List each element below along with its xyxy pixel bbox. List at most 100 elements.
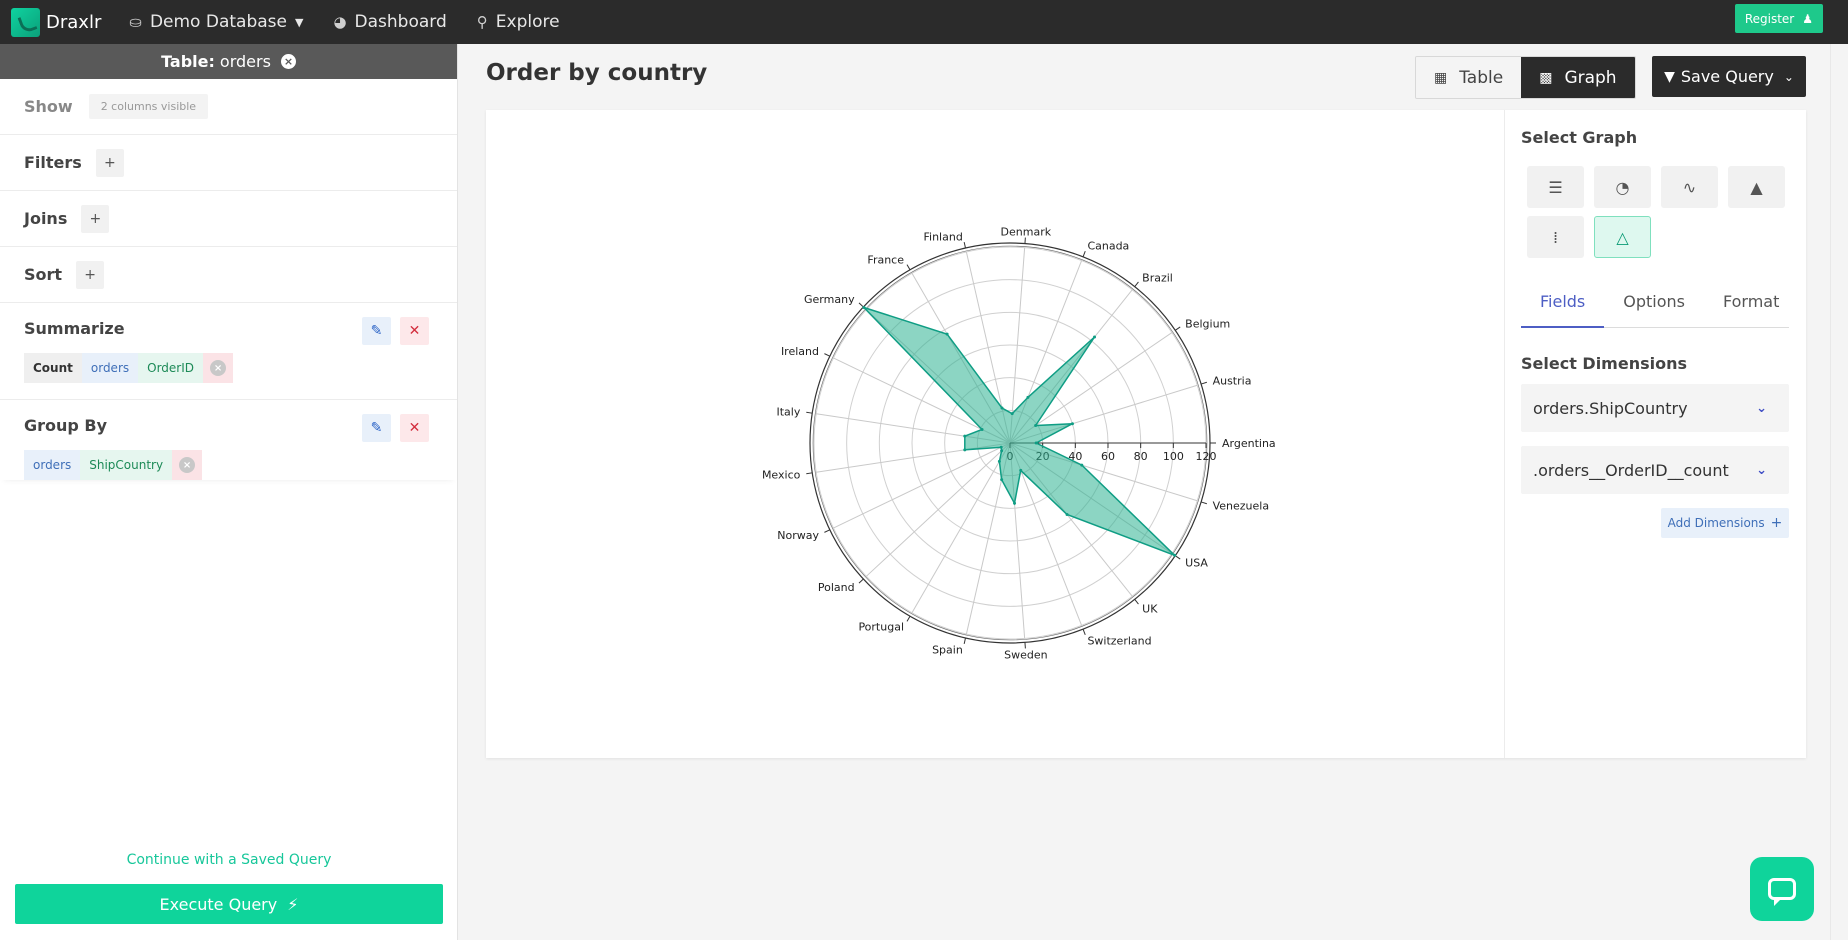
search-icon: ⚲: [476, 13, 488, 31]
chat-icon: [1768, 878, 1796, 906]
remove-group-by-chip[interactable]: ×: [172, 450, 203, 480]
spoke-tick: [906, 615, 911, 622]
add-sort-button[interactable]: +: [76, 260, 105, 289]
spoke-tick: [1200, 501, 1207, 505]
summarize-section: Summarize ✎ ✕ Count orders OrderID ×: [0, 303, 457, 400]
chevron-down-icon: ⌄: [1783, 69, 1794, 84]
execute-query-button[interactable]: Execute Query ⚡: [15, 884, 443, 924]
nav-dashboard[interactable]: ◕ Dashboard: [333, 12, 446, 32]
axis-label-usa: USA: [1185, 556, 1208, 569]
dimension-2-value: .orders__OrderID__count: [1533, 460, 1729, 480]
add-join-button[interactable]: +: [81, 204, 110, 233]
group-by-chip[interactable]: orders ShipCountry ×: [24, 450, 433, 480]
data-point-mexico: [963, 448, 967, 452]
summarize-chip[interactable]: Count orders OrderID ×: [24, 353, 433, 383]
filter-icon: ▼: [1664, 68, 1675, 85]
tab-fields[interactable]: Fields: [1521, 292, 1605, 328]
data-series-area: [863, 306, 1176, 557]
select-graph-heading: Select Graph: [1521, 128, 1638, 147]
add-dimensions-label: Add Dimensions: [1667, 516, 1765, 530]
radial-tick-label: 60: [1101, 450, 1115, 463]
data-point-poland: [1000, 449, 1004, 453]
data-point-italy: [963, 434, 967, 438]
bar-graph-button[interactable]: ☰: [1527, 166, 1584, 208]
register-button[interactable]: Register ♟: [1734, 4, 1823, 33]
database-icon: ⛀: [129, 13, 142, 31]
chevron-down-icon: ▼: [294, 15, 304, 29]
bar-chart-icon: ▩: [1539, 69, 1553, 86]
database-label: Demo Database: [149, 12, 287, 32]
nav-dashboard-label: Dashboard: [354, 12, 447, 32]
draxlr-logo-icon: [11, 7, 40, 37]
spoke-tick: [906, 264, 911, 271]
data-point-finland: [1000, 406, 1004, 410]
table-view-button[interactable]: ▦ Table: [1416, 57, 1522, 98]
top-navbar: Draxlr ⛀ Demo Database ▼ ◕ Dashboard ⚲ E…: [0, 0, 1848, 44]
axis-label-germany: Germany: [804, 293, 855, 306]
continue-saved-query-link[interactable]: Continue with a Saved Query: [0, 852, 458, 868]
delete-summarize-button[interactable]: ✕: [400, 317, 429, 345]
tab-options[interactable]: Options: [1604, 292, 1704, 328]
query-builder-panel: Table: orders × Show 2 columns visible F…: [0, 44, 458, 940]
axis-label-austria: Austria: [1213, 375, 1252, 388]
dimension-select-1[interactable]: orders.ShipCountry ⌄: [1521, 384, 1789, 432]
delete-group-by-button[interactable]: ✕: [400, 414, 429, 442]
data-point-argentina: [1034, 441, 1038, 445]
nav-explore[interactable]: ⚲ Explore: [477, 12, 560, 32]
chevron-down-icon: ⌄: [1756, 462, 1767, 478]
chip-table: orders: [24, 450, 81, 480]
add-filter-button[interactable]: +: [95, 148, 124, 177]
scatter-icon: ⁞: [1552, 227, 1559, 247]
pie-graph-button[interactable]: ◔: [1594, 166, 1651, 208]
data-point-switzerland: [1019, 468, 1023, 472]
page-scrollbar[interactable]: [1830, 44, 1848, 940]
spoke-tick: [1134, 599, 1139, 605]
spoke-line: [911, 442, 1011, 613]
sort-label: Sort: [24, 265, 63, 284]
graph-card: Argentina Austria Belgium Brazil Canada Denma…: [486, 110, 1806, 758]
radar-graph-button[interactable]: △: [1594, 216, 1651, 258]
axis-label-belgium: Belgium: [1185, 318, 1230, 331]
data-point-germany: [862, 305, 866, 309]
axis-label-italy: Italy: [776, 405, 800, 418]
settings-tabs: Fields Options Format: [1521, 292, 1789, 328]
chip-column: OrderID: [138, 353, 204, 383]
spoke-line: [833, 442, 1011, 529]
tab-format[interactable]: Format: [1704, 292, 1798, 328]
spoke-tick: [806, 472, 813, 475]
filters-label: Filters: [24, 153, 82, 172]
axis-label-spain: Spain: [932, 644, 963, 657]
show-label: Show: [24, 97, 73, 116]
add-dimensions-button[interactable]: Add Dimensions +: [1661, 508, 1789, 538]
area-graph-button[interactable]: ▲: [1728, 166, 1785, 208]
line-graph-button[interactable]: ∿: [1661, 166, 1718, 208]
edit-group-by-button[interactable]: ✎: [362, 414, 391, 442]
database-dropdown[interactable]: ⛀ Demo Database ▼: [129, 12, 303, 32]
register-label: Register: [1744, 11, 1795, 26]
brand-logo[interactable]: Draxlr: [11, 7, 101, 37]
close-table-icon[interactable]: ×: [280, 54, 296, 69]
axis-label-mexico: Mexico: [762, 469, 801, 482]
aggregate-fn: Count: [24, 353, 82, 383]
spoke-tick: [1082, 251, 1086, 258]
data-point-uk: [1065, 513, 1069, 517]
sort-section: Sort +: [0, 247, 457, 303]
spoke-tick: [824, 353, 831, 357]
filters-section: Filters +: [0, 135, 457, 191]
spoke-tick: [963, 242, 966, 249]
spoke-tick: [1174, 555, 1181, 560]
axis-label-france: France: [867, 253, 904, 266]
graph-view-button[interactable]: ▩ Graph: [1521, 57, 1635, 98]
remove-summarize-chip[interactable]: ×: [203, 353, 234, 383]
chat-widget-button[interactable]: [1750, 857, 1814, 921]
dimension-select-2[interactable]: .orders__OrderID__count ⌄: [1521, 446, 1789, 494]
data-point-sweden: [1013, 501, 1017, 505]
columns-visible-pill[interactable]: 2 columns visible: [88, 94, 209, 119]
scatter-graph-button[interactable]: ⁞: [1527, 216, 1584, 258]
graph-settings-panel: Select Graph ☰ ◔ ∿ ▲ ⁞ △ Fields Options …: [1504, 110, 1806, 758]
data-point-belgium: [1034, 424, 1038, 428]
edit-summarize-button[interactable]: ✎: [362, 317, 391, 345]
data-point-denmark: [1010, 412, 1014, 416]
save-query-button[interactable]: ▼ Save Query ⌄: [1652, 56, 1806, 97]
data-point-austria: [1070, 422, 1074, 426]
